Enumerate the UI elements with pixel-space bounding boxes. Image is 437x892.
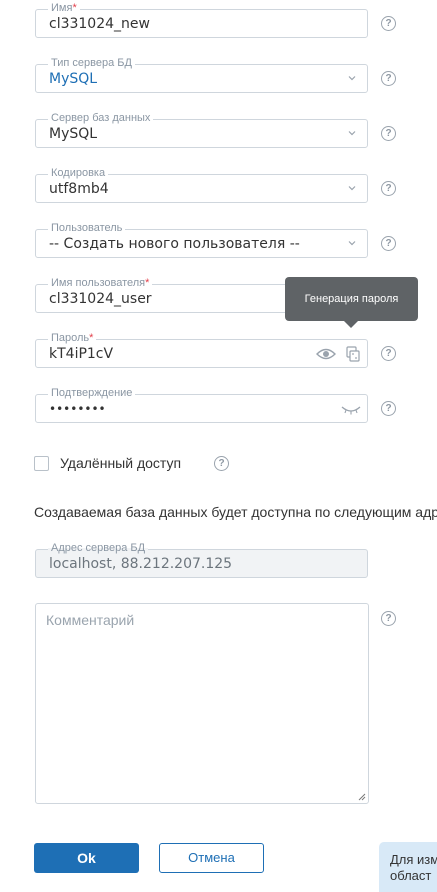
db-server-value: MySQL — [49, 126, 98, 142]
user-label: Пользователь — [48, 221, 126, 235]
cancel-button[interactable]: Отмена — [159, 843, 264, 873]
help-icon[interactable]: ? — [214, 456, 229, 471]
db-type-select[interactable]: Тип сервера БД MySQL — [35, 56, 368, 93]
password-confirm-label: Подтверждение — [48, 386, 136, 400]
help-icon[interactable]: ? — [381, 181, 396, 196]
password-confirm-input[interactable]: •••••••• — [49, 402, 106, 416]
db-type-value: MySQL — [49, 71, 98, 87]
help-icon[interactable]: ? — [381, 236, 396, 251]
remote-access-label[interactable]: Удалённый доступ — [60, 455, 181, 471]
db-address-label: Адрес сервера БД — [48, 541, 149, 555]
db-address-field: Адрес сервера БД localhost, 88.212.207.1… — [35, 541, 368, 578]
password-confirm-field[interactable]: Подтверждение •••••••• — [35, 386, 368, 423]
encoding-select[interactable]: Кодировка utf8mb4 — [35, 166, 368, 203]
help-icon[interactable]: ? — [381, 126, 396, 141]
db-server-label: Сервер баз данных — [48, 111, 154, 125]
password-generate-tooltip: Генерация пароля — [285, 277, 418, 328]
comment-placeholder: Комментарий — [46, 612, 135, 628]
db-type-label: Тип сервера БД — [48, 56, 135, 70]
remote-access-checkbox[interactable] — [34, 456, 49, 471]
username-input[interactable]: cl331024_user — [49, 291, 152, 307]
db-availability-text: Создаваемая база данных будет доступна п… — [34, 504, 437, 520]
name-field[interactable]: Имя* cl331024_new — [35, 1, 368, 38]
help-icon[interactable]: ? — [381, 346, 396, 361]
username-label: Имя пользователя* — [48, 276, 153, 290]
eye-icon[interactable] — [316, 348, 336, 360]
help-icon[interactable]: ? — [381, 16, 396, 31]
user-value: -- Создать нового пользователя -- — [49, 236, 300, 252]
user-select[interactable]: Пользователь -- Создать нового пользоват… — [35, 221, 368, 258]
chevron-down-icon — [348, 131, 356, 136]
encoding-value: utf8mb4 — [49, 181, 109, 197]
side-hint-note: Для изм област — [379, 842, 437, 892]
ok-button[interactable]: Ok — [34, 843, 139, 873]
chevron-down-icon — [348, 186, 356, 191]
comment-textarea[interactable]: Комментарий — [35, 603, 369, 804]
db-server-select[interactable]: Сервер баз данных MySQL — [35, 111, 368, 148]
name-label: Имя* — [48, 1, 80, 15]
help-icon[interactable]: ? — [381, 71, 396, 86]
eye-closed-icon[interactable] — [341, 403, 361, 415]
chevron-down-icon — [348, 76, 356, 81]
encoding-label: Кодировка — [48, 166, 109, 180]
help-icon[interactable]: ? — [381, 401, 396, 416]
name-input[interactable]: cl331024_new — [49, 16, 150, 32]
help-icon[interactable]: ? — [381, 611, 396, 626]
generate-password-icon[interactable] — [346, 346, 360, 362]
password-field[interactable]: Пароль* kT4iP1cV — [35, 331, 368, 368]
password-input[interactable]: kT4iP1cV — [49, 346, 113, 362]
db-address-value: localhost, 88.212.207.125 — [49, 556, 233, 572]
resize-handle-icon[interactable] — [358, 793, 366, 801]
password-label: Пароль* — [48, 331, 97, 345]
chevron-down-icon — [348, 241, 356, 246]
